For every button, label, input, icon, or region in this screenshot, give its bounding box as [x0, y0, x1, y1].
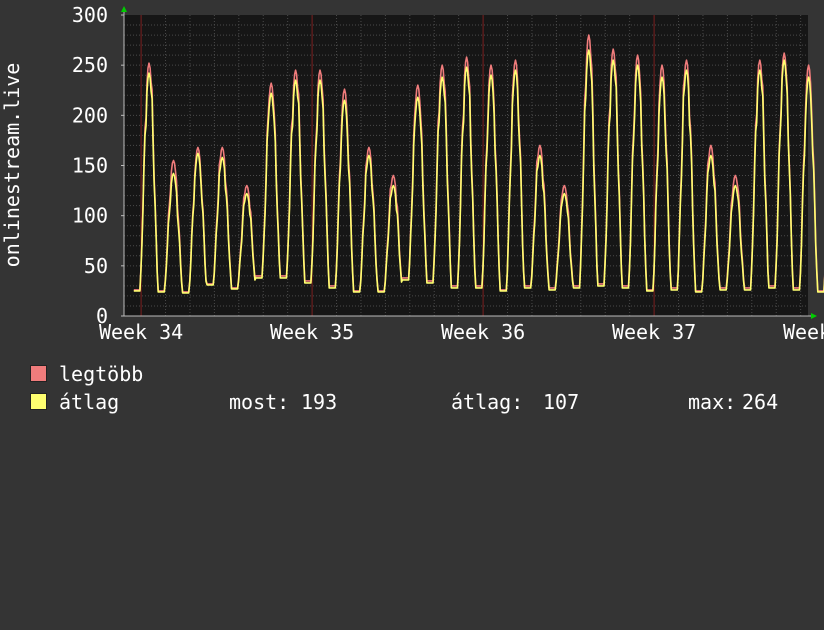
legend-item-max: legtöbb	[30, 362, 143, 386]
legend-label-max: legtöbb	[59, 362, 144, 386]
y-tick-label: 50	[84, 254, 108, 278]
x-tick-label: Week 34	[99, 320, 183, 344]
stat-max-label: max:	[688, 390, 737, 414]
stat-now-value: 193	[301, 390, 338, 414]
y-axis-arrow-icon	[121, 6, 127, 12]
chart: 050100150200250300 Week 34 Week 35 Week 36…	[0, 3, 824, 344]
y-tick-label: 150	[72, 154, 108, 178]
y-tick-label: 250	[72, 53, 108, 77]
x-axis-arrow-icon	[811, 313, 817, 319]
y-tick-label: 300	[72, 3, 108, 27]
x-tick-label: Week 36	[441, 320, 525, 344]
legend-swatch-max	[30, 365, 47, 382]
x-tick-label: Week 37	[612, 320, 696, 344]
legend: legtöbb átlag most: 193 átlag: 107 max: …	[30, 362, 820, 422]
x-tick-label: Week 35	[270, 320, 354, 344]
y-tick-label: 200	[72, 103, 108, 127]
legend-swatch-avg	[30, 393, 47, 410]
stat-mean-value: 107	[543, 390, 580, 414]
legend-label-avg: átlag	[59, 390, 120, 414]
stat-now-label: most:	[229, 390, 290, 414]
x-tick-label: Week 38	[783, 320, 824, 344]
stat-mean-label: átlag:	[451, 390, 524, 414]
y-axis-label: onlinestream.live	[0, 63, 24, 268]
x-axis: Week 34 Week 35 Week 36 Week 37 Week 38	[99, 315, 824, 344]
y-tick-label: 100	[72, 204, 108, 228]
legend-item-avg: átlag most: 193 átlag: 107 max: 264	[30, 390, 820, 414]
y-axis: 050100150200250300	[72, 3, 125, 328]
stat-max-value: 264	[742, 390, 779, 414]
